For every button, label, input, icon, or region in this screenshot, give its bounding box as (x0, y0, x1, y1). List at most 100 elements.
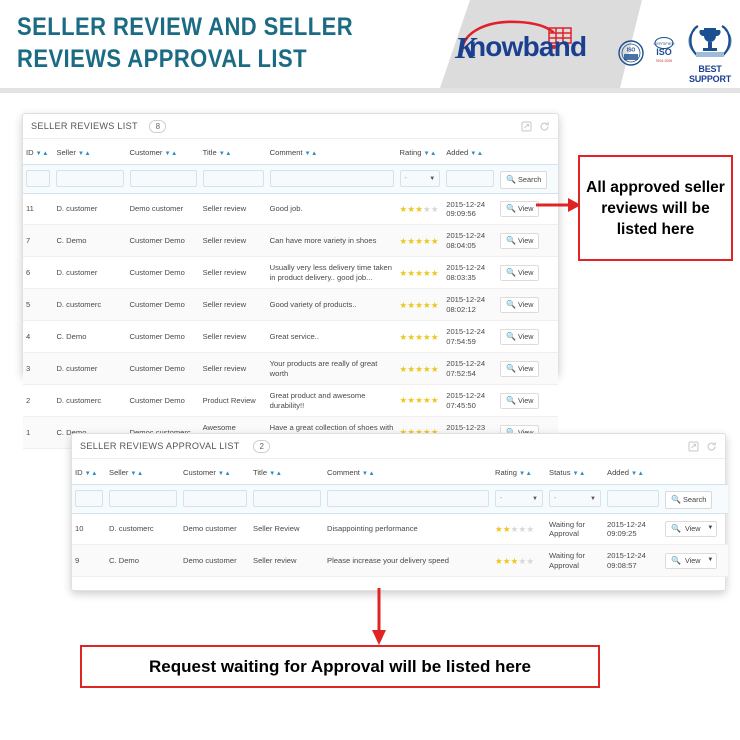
chevron-down-icon[interactable]: ▼ (707, 557, 713, 565)
export-icon[interactable] (521, 120, 532, 132)
cell-id: 10 (72, 513, 106, 546)
filter-title-input[interactable] (253, 490, 321, 508)
view-button[interactable]: 🔍View (500, 328, 540, 345)
table-row[interactable]: 11 D. customer Demo customer Seller review G… (23, 193, 558, 226)
column-header-rating[interactable]: Rating ▼▲ (397, 139, 444, 165)
table-row[interactable]: 6 D. customer Customer Demo Seller review Us… (23, 256, 558, 290)
filter-id-input[interactable] (26, 170, 51, 188)
view-button[interactable]: 🔍View (500, 360, 540, 377)
cell-seller: D. customer (53, 352, 127, 386)
svg-text:ISO: ISO (627, 48, 636, 54)
view-magnifier-icon: 🔍 (506, 299, 516, 309)
cell-seller: D. customerc (53, 384, 127, 418)
column-header-id[interactable]: ID ▼▲ (23, 139, 53, 165)
filter-customer-input[interactable] (129, 170, 197, 188)
cell-action: 🔍View (497, 320, 558, 354)
filter-seller-input[interactable] (56, 170, 124, 188)
cell-id: 2 (23, 384, 54, 418)
column-header-added[interactable]: Added ▼▲ (604, 459, 662, 485)
export-icon[interactable] (688, 440, 699, 452)
filter-seller-input[interactable] (109, 490, 177, 508)
iso-certified-seal-icon: ISO (618, 40, 644, 66)
column-header-title[interactable]: Title ▼▲ (250, 459, 324, 485)
callout-pending-reviews: Request waiting for Approval will be lis… (80, 645, 600, 688)
cell-seller: D. customer (53, 256, 127, 290)
filter-id-input[interactable] (75, 490, 103, 508)
filter-rating-select[interactable]: - ▼ (495, 490, 543, 508)
cell-comment: Can have more variety in shoes (266, 224, 397, 258)
cell-id: 1 (23, 416, 54, 450)
cell-added: 2015-12-24 07:54:59 (443, 320, 498, 354)
cell-action: 🔍View (497, 224, 558, 258)
cell-rating: ★★★★★ (492, 544, 546, 578)
table-row[interactable]: 3 D. customer Customer Demo Seller review Yo… (23, 352, 558, 386)
chevron-down-icon[interactable]: ▼ (707, 525, 713, 533)
filter-added-input[interactable] (446, 170, 495, 188)
column-header-comment[interactable]: Comment ▼▲ (267, 139, 397, 165)
view-magnifier-icon: 🔍 (671, 555, 681, 565)
column-header-status[interactable]: Status ▼▲ (546, 459, 604, 485)
filter-customer-input[interactable] (183, 490, 247, 508)
refresh-icon[interactable] (706, 441, 717, 452)
cell-id: 6 (23, 256, 54, 290)
view-button[interactable]: 🔍View (500, 200, 540, 217)
seller-reviews-table: ID ▼▲ Seller ▼▲ Customer ▼▲ Title ▼▲ Comment… (23, 139, 558, 450)
column-header-comment[interactable]: Comment ▼▲ (324, 459, 492, 485)
callout-arrow-right (536, 198, 581, 212)
svg-text:ISO: ISO (656, 47, 672, 57)
column-header-title[interactable]: Title ▼▲ (200, 139, 267, 165)
table-row[interactable]: 9 C. Demo Demo customer Seller review Please… (72, 544, 728, 578)
cell-rating: ★★★★★ (396, 384, 444, 418)
cell-seller: D. customerc (106, 513, 180, 546)
cell-added: 2015-12-24 07:52:54 (443, 352, 498, 386)
column-header-customer[interactable]: Customer ▼▲ (180, 459, 250, 485)
table-row[interactable]: 2 D. customerc Customer Demo Product Review… (23, 384, 558, 418)
table-row[interactable]: 7 C. Demo Customer Demo Seller review Can ha… (23, 224, 558, 258)
filter-rating-select[interactable]: - ▼ (399, 170, 441, 188)
cell-customer: Customer Demo (126, 320, 200, 354)
cell-action: 🔍 View ▼ (662, 544, 728, 578)
table-row[interactable]: 4 C. Demo Customer Demo Seller review Great … (23, 320, 558, 354)
cell-comment: Good variety of products.. (266, 288, 397, 322)
view-button[interactable]: 🔍View (500, 296, 540, 313)
column-header-id[interactable]: ID ▼▲ (72, 459, 106, 485)
cell-rating: ★★★★★ (396, 288, 444, 322)
column-header-rating[interactable]: Rating ▼▲ (492, 459, 546, 485)
cell-seller: C. Demo (53, 320, 127, 354)
filter-status-select[interactable]: - ▼ (549, 490, 601, 508)
cell-id: 7 (23, 224, 54, 258)
cell-seller: D. customerc (53, 288, 127, 322)
view-button[interactable]: 🔍View (500, 392, 540, 409)
column-header-customer[interactable]: Customer ▼▲ (127, 139, 200, 165)
filter-title-input[interactable] (202, 170, 264, 188)
cell-action: 🔍View (497, 256, 558, 290)
view-dropdown-button[interactable]: 🔍 View ▼ (665, 520, 718, 537)
cell-added: 2015-12-24 08:02:12 (443, 288, 498, 322)
search-icon: 🔍 (671, 495, 681, 504)
table-header-row: ID ▼▲ Seller ▼▲ Customer ▼▲ Title ▼▲ Comment… (72, 459, 728, 485)
filter-added-input[interactable] (607, 490, 659, 508)
view-dropdown-button[interactable]: 🔍 View ▼ (665, 552, 718, 569)
filter-comment-input[interactable] (269, 170, 394, 188)
cell-action: 🔍View (497, 288, 558, 322)
svg-text:CERTIFIED: CERTIFIED (653, 41, 674, 46)
view-button[interactable]: 🔍View (500, 232, 540, 249)
cell-rating: ★★★★★ (396, 224, 444, 258)
column-header-seller[interactable]: Seller ▼▲ (106, 459, 180, 485)
cell-id: 5 (23, 288, 54, 322)
filter-comment-input[interactable] (327, 490, 489, 508)
table-row[interactable]: 10 D. customerc Demo customer Seller Review… (72, 513, 728, 546)
table-row[interactable]: 5 D. customerc Customer Demo Seller review G… (23, 288, 558, 322)
cell-action: 🔍View (497, 352, 558, 386)
cell-added: 2015-12-24 08:04:05 (443, 224, 498, 258)
cell-action: 🔍 View ▼ (662, 513, 728, 546)
search-button[interactable]: 🔍 Search (665, 490, 713, 509)
cell-customer: Customer Demo (126, 288, 200, 322)
column-header-added[interactable]: Added ▼▲ (443, 139, 497, 165)
cell-title: Seller review (250, 544, 324, 578)
refresh-icon[interactable] (539, 121, 550, 132)
column-header-seller[interactable]: Seller ▼▲ (53, 139, 126, 165)
search-button[interactable]: 🔍 Search (500, 170, 548, 189)
view-button[interactable]: 🔍View (500, 264, 540, 281)
cell-rating: ★★★★★ (396, 256, 444, 290)
